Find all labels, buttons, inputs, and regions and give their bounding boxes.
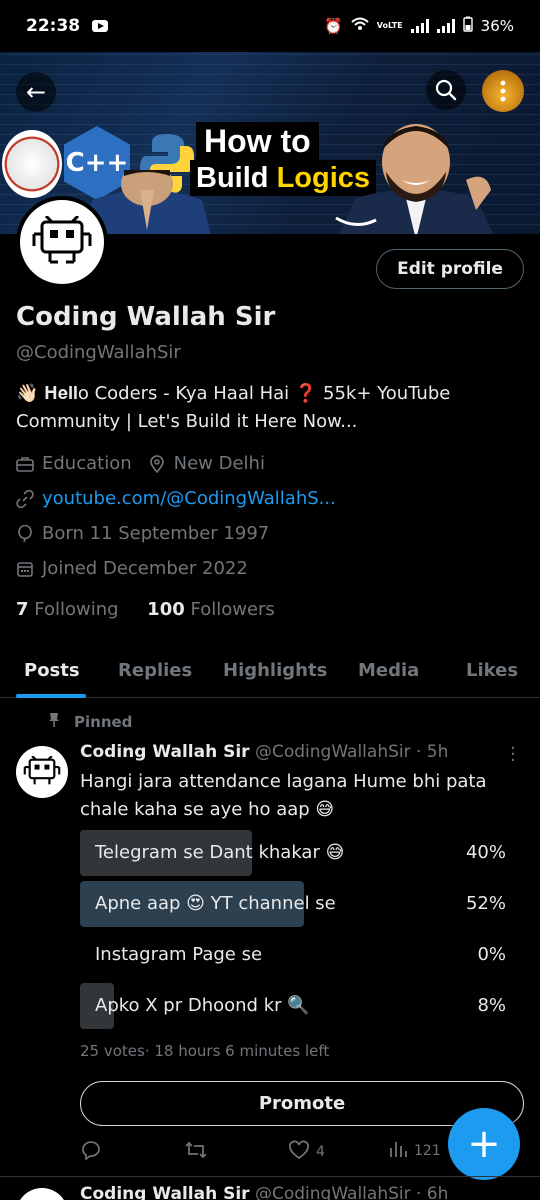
profile-avatar[interactable] bbox=[16, 196, 108, 288]
next-post-avatar[interactable] bbox=[16, 1188, 68, 1200]
next-post-header: Coding Wallah Sir @CodingWallahSir · 6h bbox=[80, 1184, 448, 1200]
calendar-icon bbox=[16, 560, 34, 578]
poll-option-label: Apne aap 😍 YT channel se bbox=[95, 893, 336, 914]
profile-handle: @CodingWallahSir bbox=[16, 342, 181, 363]
profile-joined: Joined December 2022 bbox=[42, 558, 248, 579]
post-divider bbox=[0, 1176, 540, 1177]
back-arrow-icon[interactable]: ← bbox=[16, 72, 56, 112]
profile-category: Education bbox=[42, 453, 132, 474]
poll-option: Instagram Page se 0% bbox=[80, 932, 510, 978]
space-invader-icon bbox=[23, 756, 61, 785]
poll-option-label: Instagram Page se bbox=[95, 944, 263, 965]
tab-replies[interactable]: Replies bbox=[118, 660, 192, 681]
repost-icon bbox=[184, 1140, 208, 1164]
java-logo-icon bbox=[2, 130, 62, 198]
tab-highlights[interactable]: Highlights bbox=[223, 660, 327, 681]
profile-born: Born 11 September 1997 bbox=[42, 523, 270, 544]
followers-label: Followers bbox=[190, 599, 275, 620]
more-options-icon[interactable] bbox=[482, 70, 524, 112]
tab-posts[interactable]: Posts bbox=[24, 660, 80, 681]
poll-option-label: Telegram se Dant khakar 😅 bbox=[95, 842, 345, 863]
status-time: 22:38 bbox=[26, 16, 81, 36]
followers-link[interactable]: 100 Followers bbox=[147, 599, 275, 620]
battery-percent: 36% bbox=[480, 17, 514, 35]
like-count: 4 bbox=[316, 1144, 325, 1160]
heart-icon bbox=[288, 1140, 310, 1164]
profile-location: New Delhi bbox=[173, 453, 265, 474]
like-button[interactable]: 4 bbox=[288, 1140, 325, 1164]
post-author-name[interactable]: Coding Wallah Sir bbox=[80, 742, 250, 762]
follow-stats: 7 Following 100 Followers bbox=[16, 599, 275, 620]
poll-meta: 25 votes· 18 hours 6 minutes left bbox=[80, 1042, 330, 1060]
profile-joined-row: Joined December 2022 bbox=[16, 558, 248, 579]
next-post-handle-time: @CodingWallahSir · 6h bbox=[254, 1184, 449, 1200]
pinned-label: Pinned bbox=[48, 712, 132, 732]
tab-media[interactable]: Media bbox=[358, 660, 419, 681]
views-button[interactable]: 121 bbox=[388, 1140, 441, 1162]
pinned-text: Pinned bbox=[74, 713, 133, 731]
briefcase-icon bbox=[16, 455, 34, 473]
poll-option-label: Apko X pr Dhoond kr 🔍 bbox=[95, 995, 310, 1016]
post-handle-time: @CodingWallahSir · 5h bbox=[254, 742, 449, 762]
views-bar-chart-icon bbox=[388, 1140, 408, 1162]
profile-website-link[interactable]: youtube.com/@CodingWallahS... bbox=[42, 488, 336, 509]
profile-tabs: Posts Replies Highlights Media Likes bbox=[0, 646, 540, 698]
profile-link-row: youtube.com/@CodingWallahS... bbox=[16, 488, 336, 509]
post-author-avatar[interactable] bbox=[16, 746, 68, 798]
post-more-icon[interactable]: · · · bbox=[510, 740, 516, 770]
active-tab-indicator bbox=[16, 694, 86, 698]
edit-profile-button[interactable]: Edit profile bbox=[376, 249, 524, 289]
reply-icon bbox=[80, 1140, 102, 1164]
profile-born-row: Born 11 September 1997 bbox=[16, 523, 269, 544]
profile-bio: 👋🏻 𝐇𝐞𝐥𝐥o Coders - Kya Haal Hai ❓ 55k+ Yo… bbox=[16, 383, 451, 432]
reply-button[interactable] bbox=[80, 1140, 102, 1164]
battery-icon bbox=[462, 16, 473, 36]
next-post-author[interactable]: Coding Wallah Sir bbox=[80, 1184, 250, 1200]
banner-title-line1: How to bbox=[196, 122, 319, 160]
poll-option: Apne aap 😍 YT channel se 52% bbox=[80, 881, 510, 927]
following-count: 7 bbox=[16, 599, 29, 620]
tab-likes[interactable]: Likes bbox=[466, 660, 518, 681]
profile-name: Coding Wallah Sir bbox=[16, 302, 276, 332]
alarm-icon: ⏰ bbox=[324, 17, 343, 35]
compose-post-button[interactable]: + bbox=[448, 1108, 520, 1180]
space-invader-icon bbox=[32, 216, 92, 264]
following-link[interactable]: 7 Following bbox=[16, 599, 119, 620]
signal-icon-2 bbox=[436, 19, 455, 33]
wifi-icon bbox=[351, 17, 369, 35]
balloon-icon bbox=[16, 524, 34, 543]
post-header: Coding Wallah Sir @CodingWallahSir · 5h bbox=[80, 742, 448, 762]
signal-icon-1 bbox=[410, 19, 429, 33]
post-text: Hangi jara attendance lagana Hume bhi pa… bbox=[80, 771, 487, 820]
repost-button[interactable] bbox=[184, 1140, 208, 1164]
poll-option-percent: 40% bbox=[465, 842, 506, 863]
poll-option: Telegram se Dant khakar 😅 40% bbox=[80, 830, 510, 876]
banner-person-smiling bbox=[335, 124, 494, 234]
view-count: 121 bbox=[414, 1143, 441, 1159]
plus-icon: + bbox=[467, 1121, 501, 1167]
youtube-notification-icon bbox=[92, 20, 109, 32]
status-bar: 22:38 ⏰ VoLTE 36% bbox=[0, 0, 540, 52]
following-label: Following bbox=[34, 599, 119, 620]
profile-meta-row: Education New Delhi bbox=[16, 453, 265, 474]
link-icon bbox=[16, 489, 34, 508]
poll-option-percent: 0% bbox=[477, 944, 506, 965]
poll-option: Apko X pr Dhoond kr 🔍 8% bbox=[80, 983, 510, 1029]
search-icon[interactable] bbox=[426, 70, 466, 110]
status-icons: ⏰ VoLTE 36% bbox=[324, 16, 514, 36]
poll-option-percent: 52% bbox=[465, 893, 506, 914]
pin-icon bbox=[48, 712, 60, 732]
followers-count: 100 bbox=[147, 599, 185, 620]
location-pin-icon bbox=[148, 454, 166, 473]
poll-option-percent: 8% bbox=[477, 995, 506, 1016]
volte-label: VoLTE bbox=[376, 21, 403, 30]
